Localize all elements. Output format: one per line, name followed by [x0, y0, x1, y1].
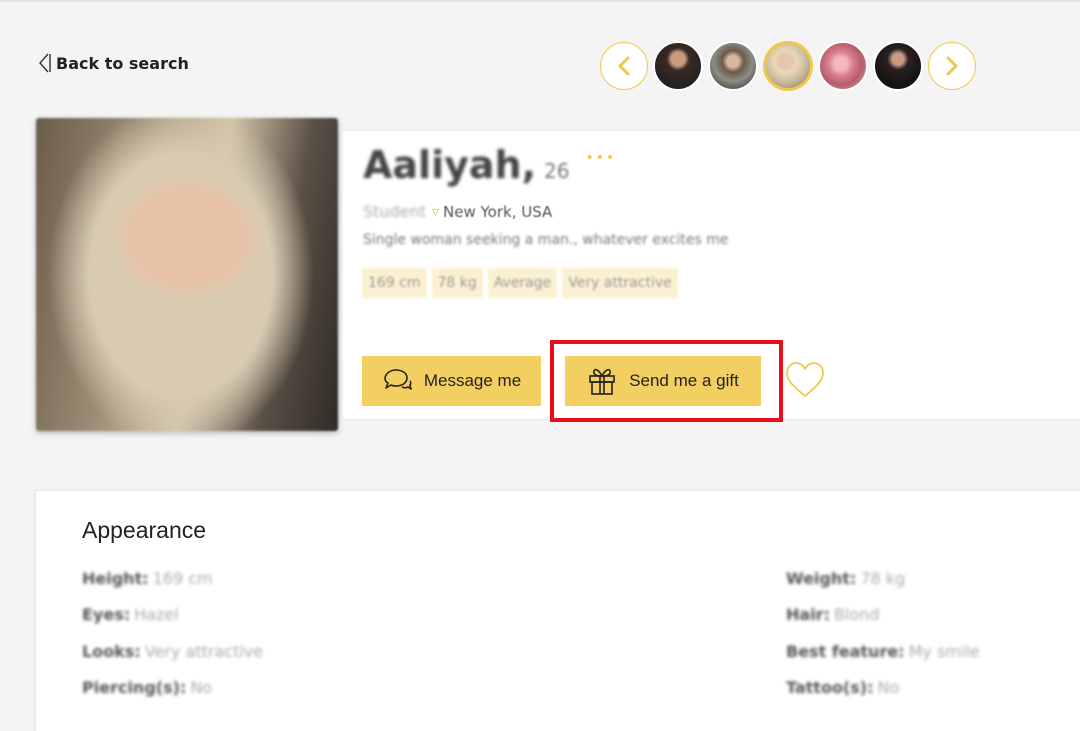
gift-icon — [589, 368, 615, 395]
attribute-key: Best feature: — [786, 642, 905, 661]
attribute-key: Looks: — [82, 642, 141, 661]
appearance-heading: Appearance — [82, 517, 207, 543]
appearance-attribute: Piercing(s): No — [82, 678, 212, 697]
chat-bubbles-icon — [384, 369, 412, 390]
profile-tag: Average — [487, 268, 558, 298]
send-gift-button[interactable]: Send me a gift — [565, 356, 761, 406]
appearance-attribute: Weight: 78 kg — [786, 569, 905, 588]
appearance-attribute: Hair: Blond — [786, 605, 879, 624]
carousel-thumbnail[interactable] — [873, 41, 923, 91]
attribute-value: Very attractive — [144, 642, 263, 661]
carousel-thumbnail[interactable] — [818, 41, 868, 91]
carousel-thumbnail[interactable] — [653, 41, 703, 91]
profile-tags: 169 cm 78 kg Average Very attractive — [362, 268, 683, 298]
appearance-attribute: Best feature: My smile — [786, 642, 980, 661]
appearance-attribute: Eyes: Hazel — [82, 605, 179, 624]
attribute-key: Piercing(s): — [82, 678, 187, 697]
attribute-value: 169 cm — [152, 569, 213, 588]
attribute-value: Blond — [833, 605, 880, 624]
appearance-attribute: Tattoo(s): No — [786, 678, 899, 697]
attribute-key: Eyes: — [82, 605, 131, 624]
attribute-key: Tattoo(s): — [786, 678, 874, 697]
carousel-prev-button[interactable] — [600, 42, 648, 90]
appearance-attribute: Height: 169 cm — [82, 569, 213, 588]
chevron-left-icon — [618, 56, 630, 76]
message-me-button[interactable]: Message me — [362, 356, 541, 406]
rating-dots: ••• — [585, 150, 617, 166]
appearance-attribute: Looks: Very attractive — [82, 642, 263, 661]
profile-name: Aaliyah, — [363, 143, 537, 187]
carousel-thumbnail-active[interactable] — [763, 41, 813, 91]
attribute-value: 78 kg — [860, 569, 906, 588]
message-me-label: Message me — [423, 371, 522, 390]
attribute-value: Hazel — [134, 605, 179, 624]
profile-carousel — [600, 41, 976, 91]
attribute-key: Weight: — [786, 569, 857, 588]
profile-tagline: Single woman seeking a man., whatever ex… — [363, 232, 729, 248]
top-divider — [0, 0, 1080, 2]
occupation-location-row: Student ▿ New York, USA — [363, 202, 552, 221]
location-pin-icon: ▿ — [431, 203, 440, 220]
profile-location: New York, USA — [443, 202, 553, 221]
favorite-heart-icon[interactable] — [783, 358, 827, 402]
profile-tag: 78 kg — [431, 268, 483, 298]
profile-heading: Aaliyah, 26 ••• — [363, 143, 616, 187]
send-gift-label: Send me a gift — [629, 371, 739, 390]
profile-occupation: Student — [363, 202, 426, 221]
chevron-left-icon — [39, 53, 51, 73]
carousel-thumbnail[interactable] — [708, 41, 758, 91]
profile-photo[interactable] — [36, 118, 338, 431]
profile-tag: Very attractive — [562, 268, 678, 298]
carousel-next-button[interactable] — [928, 42, 976, 90]
attribute-value: No — [190, 678, 213, 697]
back-to-search-label: Back to search — [56, 53, 189, 73]
back-to-search-link[interactable]: Back to search — [38, 52, 189, 74]
attribute-key: Height: — [82, 569, 149, 588]
profile-age: 26 — [544, 159, 570, 183]
chevron-right-icon — [946, 56, 958, 76]
attribute-value: My smile — [908, 642, 980, 661]
attribute-value: No — [877, 678, 900, 697]
attribute-key: Hair: — [786, 605, 830, 624]
profile-tag: 169 cm — [362, 268, 427, 298]
